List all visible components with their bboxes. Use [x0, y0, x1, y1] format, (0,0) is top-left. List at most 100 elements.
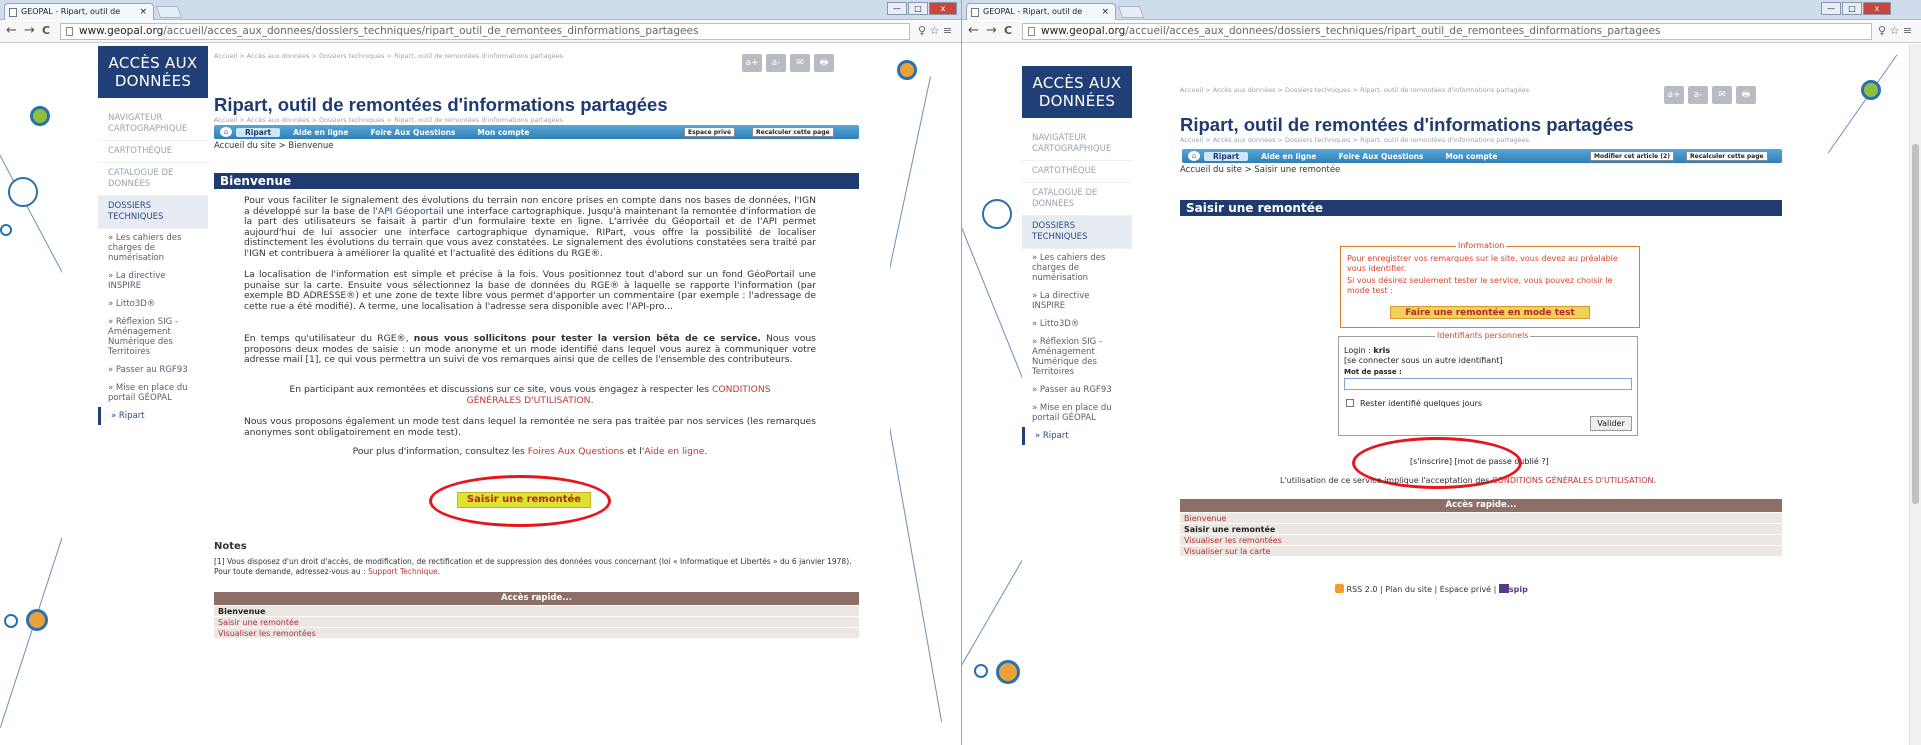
tab-close-icon[interactable]: × [139, 4, 147, 20]
breadcrumb[interactable]: Accueil > Accès aux données > Dossiers t… [214, 52, 563, 60]
rapide-link-bienvenue[interactable]: Bienvenue [1180, 513, 1782, 524]
back-arrow-icon[interactable]: ← [6, 24, 17, 38]
browser-window-left: GEOPAL - Ripart, outil de × — □ x ← → C … [0, 0, 961, 745]
close-window-button[interactable]: x [1863, 2, 1891, 15]
reload-icon[interactable]: C [1004, 24, 1012, 38]
font-decrease-icon[interactable]: a- [1688, 86, 1708, 104]
browser-tab[interactable]: GEOPAL - Ripart, outil de × [966, 3, 1116, 20]
rapide-link-bienvenue[interactable]: Bienvenue [214, 606, 859, 617]
sidebar-subitem-inspire[interactable]: » La directive INSPIRE [98, 267, 208, 295]
menu-aide[interactable]: Aide en ligne [284, 128, 357, 137]
rapide-link-saisir[interactable]: Saisir une remontée [1180, 524, 1782, 535]
tool-icons: a+ a- ✉ 🖶 [742, 54, 834, 72]
email-icon[interactable]: ✉ [790, 54, 810, 72]
sidebar-subitem-reflexion[interactable]: » Réflexion SIG - Aménagement Numérique … [98, 313, 208, 361]
tab-close-icon[interactable]: × [1101, 4, 1109, 20]
sidebar-subitem-geopal[interactable]: » Mise en place du portail GÉOPAL [1022, 399, 1132, 427]
rapide-link-saisir[interactable]: Saisir une remontée [214, 617, 859, 628]
browser-toolbar: ← → C www.geopal.org/accueil/acces_aux_d… [0, 21, 961, 43]
breadcrumb-sub[interactable]: Accueil > Accès aux données > Dossiers t… [214, 116, 563, 124]
menu-faq[interactable]: Foire Aux Questions [361, 128, 464, 137]
sidebar-item-cartotheque[interactable]: CARTOTHÈQUE [98, 141, 208, 163]
rapide-link-visualiser[interactable]: Visualiser les remontées [214, 628, 859, 639]
scrollbar[interactable] [1909, 44, 1921, 745]
forward-arrow-icon[interactable]: → [986, 24, 997, 38]
valider-button[interactable]: Valider [1590, 416, 1632, 431]
breadcrumb-sub[interactable]: Accueil > Accès aux données > Dossiers t… [1180, 136, 1529, 144]
password-input[interactable] [1344, 378, 1632, 390]
sidebar-item-navigateur[interactable]: NAVIGATEUR CARTOGRAPHIQUE [1022, 128, 1132, 161]
sidebar-subitem-geopal[interactable]: » Mise en place du portail GÉOPAL [98, 379, 208, 407]
sidebar-subitem-reflexion[interactable]: » Réflexion SIG - Aménagement Numérique … [1022, 333, 1132, 381]
browser-tab[interactable]: GEOPAL - Ripart, outil de × [4, 3, 154, 20]
mode-test-button[interactable]: Faire une remontée en mode test [1390, 306, 1590, 319]
aide-link[interactable]: Aide en ligne [644, 446, 704, 457]
sidebar-subitem-litto3d[interactable]: » Litto3D® [98, 295, 208, 313]
font-decrease-icon[interactable]: a- [766, 54, 786, 72]
faq-link[interactable]: Foires Aux Questions [528, 446, 624, 457]
sidebar-subitem-rgf93[interactable]: » Passer au RGF93 [1022, 381, 1132, 399]
reload-icon[interactable]: C [42, 24, 50, 38]
toolbar-icons[interactable]: ♀ ☆ ≡ [1878, 24, 1912, 37]
breadcrumb[interactable]: Accueil > Accès aux données > Dossiers t… [1180, 86, 1529, 94]
support-link[interactable]: Support Technique [368, 567, 438, 576]
cgu-link[interactable]: CONDITIONS GÉNÉRALES D'UTILISATION [1492, 476, 1654, 485]
minimize-button[interactable]: — [887, 2, 907, 15]
other-id-link[interactable]: [se connecter sous un autre identifiant] [1344, 356, 1503, 365]
new-tab-button[interactable] [155, 6, 183, 18]
modifier-article-button[interactable]: Modifier cet article (2) [1590, 151, 1674, 161]
email-icon[interactable]: ✉ [1712, 86, 1732, 104]
menu-faq[interactable]: Foire Aux Questions [1329, 152, 1432, 161]
sidebar-subitem-ripart[interactable]: » Ripart [98, 407, 208, 425]
rss-icon[interactable] [1335, 584, 1344, 593]
forward-arrow-icon[interactable]: → [24, 24, 35, 38]
sidebar-item-cartotheque[interactable]: CARTOTHÈQUE [1022, 161, 1132, 183]
minimize-button[interactable]: — [1821, 2, 1841, 15]
sidebar-subitem-inspire[interactable]: » La directive INSPIRE [1022, 287, 1132, 315]
decor-bubble-green [30, 106, 50, 126]
sidebar-subitem-ripart[interactable]: » Ripart [1022, 427, 1132, 445]
recalculer-button[interactable]: Recalculer cette page [1686, 151, 1768, 161]
rapide-link-visualiser[interactable]: Visualiser les remontées [1180, 535, 1782, 546]
api-geoportail-link[interactable]: API Géoportail [378, 206, 444, 217]
home-icon[interactable]: ⌂ [220, 127, 232, 137]
print-icon[interactable]: 🖶 [814, 54, 834, 72]
recalculer-button[interactable]: Recalculer cette page [752, 127, 834, 137]
toolbar-icons[interactable]: ♀ ☆ ≡ [918, 24, 952, 37]
sidebar-subitem-rgf93[interactable]: » Passer au RGF93 [98, 361, 208, 379]
sidebar-item-navigateur[interactable]: NAVIGATEUR CARTOGRAPHIQUE [98, 108, 208, 141]
back-arrow-icon[interactable]: ← [968, 24, 979, 38]
scroll-thumb[interactable] [1912, 144, 1919, 504]
browser-toolbar: ← → C www.geopal.org/accueil/acces_aux_d… [962, 21, 1921, 43]
info-identify-text: Pour enregistrer vos remarques sur le si… [1347, 254, 1618, 273]
sidebar-item-catalogue[interactable]: CATALOGUE DE DONNÉES [1022, 183, 1132, 216]
sidebar-item-dossiers[interactable]: DOSSIERS TECHNIQUES [98, 196, 208, 229]
new-tab-button[interactable] [1117, 6, 1145, 18]
rapide-link-carte[interactable]: Visualiser sur la carte [1180, 546, 1782, 557]
font-increase-icon[interactable]: a+ [1664, 86, 1684, 104]
espace-prive-button[interactable]: Espace privé [684, 127, 736, 137]
font-increase-icon[interactable]: a+ [742, 54, 762, 72]
menu-ripart[interactable]: Ripart [1204, 151, 1249, 161]
address-bar[interactable]: www.geopal.org/accueil/acces_aux_donnees… [60, 23, 910, 40]
sidebar-subitem-litto3d[interactable]: » Litto3D® [1022, 315, 1132, 333]
maximize-button[interactable]: □ [908, 2, 928, 15]
menu-ripart[interactable]: Ripart [236, 127, 281, 137]
spip-icon [1498, 584, 1509, 593]
menu-aide[interactable]: Aide en ligne [1252, 152, 1325, 161]
sidebar-subitem-cahiers[interactable]: » Les cahiers des charges de numérisatio… [98, 229, 208, 267]
menu-compte[interactable]: Mon compte [1436, 152, 1506, 161]
print-icon[interactable]: 🖶 [1736, 86, 1756, 104]
sidebar-item-catalogue[interactable]: CATALOGUE DE DONNÉES [98, 163, 208, 196]
maximize-button[interactable]: □ [1842, 2, 1862, 15]
home-icon[interactable]: ⌂ [1188, 151, 1200, 161]
remember-checkbox[interactable] [1346, 399, 1354, 407]
address-bar[interactable]: www.geopal.org/accueil/acces_aux_donnees… [1022, 23, 1872, 40]
close-window-button[interactable]: x [929, 2, 957, 15]
decor-bubble-blue [0, 224, 12, 236]
menu-compte[interactable]: Mon compte [468, 128, 538, 137]
sidebar-item-dossiers[interactable]: DOSSIERS TECHNIQUES [1022, 216, 1132, 249]
info-test-text: Si vous désirez seulement tester le serv… [1347, 276, 1613, 295]
sidebar-subitem-cahiers[interactable]: » Les cahiers des charges de numérisatio… [1022, 249, 1132, 287]
sidebar-heading: ACCÈS AUX DONNÉES [1022, 66, 1132, 118]
